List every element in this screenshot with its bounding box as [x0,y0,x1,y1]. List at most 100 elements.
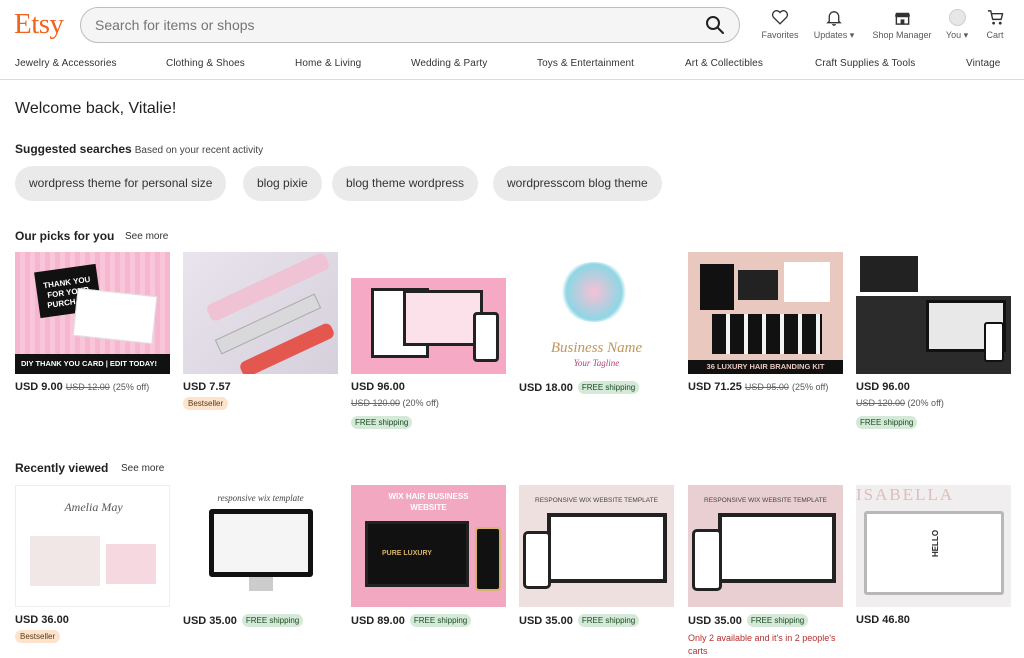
search-bar[interactable] [80,7,740,43]
product-card[interactable]: RESPONSIVE WIX WEBSITE TEMPLATE USD 35.0… [519,485,674,627]
bell-icon [826,11,842,26]
product-image[interactable] [856,252,1011,374]
recent-see-more-link[interactable]: See more [121,463,164,474]
product-card[interactable]: ISABELLA HELLO USD 46.80 [856,485,1011,626]
cart-button[interactable]: Cart [982,9,1008,40]
updates-button[interactable]: Updates ▾ [810,9,858,41]
product-card[interactable]: RESPONSIVE WIX WEBSITE TEMPLATE USD 35.0… [688,485,843,658]
suggested-title: Suggested searches [15,142,132,156]
low-stock-notice: Only 2 available and it's in 2 people's … [688,633,836,656]
category-jewelry[interactable]: Jewelry & Accessories [15,58,117,69]
thumb-caption: DIY THANK YOU CARD | EDIT TODAY! [15,354,170,374]
product-image[interactable]: ISABELLA HELLO [856,485,1011,607]
product-card[interactable]: responsive wix template USD 35.00 FREE s… [183,485,338,627]
product-card[interactable]: THANK YOU FOR YOUR PURCHASE DIY THANK YO… [15,252,170,393]
suggestion-chip[interactable]: wordpress theme for personal size [15,166,227,201]
discount-label: (25% off) [112,382,150,392]
category-vintage[interactable]: Vintage [966,58,1000,69]
category-art[interactable]: Art & Collectibles [685,58,763,69]
monitor-mockup [718,513,836,583]
screen-text: PURE LUXURY [382,550,432,557]
bestseller-badge: Bestseller [183,397,229,410]
phone-mockup [984,322,1004,362]
thumb-title: RESPONSIVE WIX WEBSITE TEMPLATE [704,497,827,504]
card-mockup [72,287,158,345]
free-shipping-badge: FREE shipping [577,614,640,627]
product-image[interactable]: RESPONSIVE WIX WEBSITE TEMPLATE [519,485,674,607]
thumb-title: Amelia May [64,500,123,514]
avatar-icon [948,9,966,26]
product-price: USD 35.00 [519,615,573,627]
suggestion-chip[interactable]: blog theme wordpress [332,166,479,201]
product-image[interactable]: 36 LUXURY HAIR BRANDING KIT [688,252,843,374]
category-craft[interactable]: Craft Supplies & Tools [815,58,915,69]
suggestion-chip[interactable]: blog pixie [243,166,322,201]
search-input[interactable] [95,8,675,42]
original-price: USD 95.00 [744,382,789,392]
product-price: USD 9.00 [15,381,63,393]
you-button[interactable]: You ▾ [942,9,972,41]
original-price: USD 120.00 [856,398,906,408]
product-image[interactable]: THANK YOU FOR YOUR PURCHASE DIY THANK YO… [15,252,170,374]
monitor-stand [249,577,273,591]
cart-icon [987,10,1003,25]
mockup-card [700,264,734,310]
logo-business-name: Business Name [550,340,643,356]
header-band [351,252,506,278]
updates-label: Updates ▾ [813,30,855,40]
picks-see-more-link[interactable]: See more [125,231,168,242]
discount-label: (20% off) [402,398,439,408]
product-card[interactable]: Amelia May USD 36.00 Bestseller [15,485,170,644]
product-image[interactable]: Business Name Your Tagline [519,252,674,374]
product-card[interactable]: WIX HAIR BUSINESS WEBSITE PURE LUXURY US… [351,485,506,627]
product-image[interactable] [183,252,338,374]
free-shipping-badge: FREE shipping [746,614,809,627]
product-card[interactable]: 36 LUXURY HAIR BRANDING KIT USD 71.25 US… [688,252,843,393]
phone-mockup [475,527,501,591]
etsy-logo[interactable]: Etsy [14,8,64,41]
category-toys[interactable]: Toys & Entertainment [537,58,634,69]
phone-mockup [692,529,722,591]
suggestion-chip[interactable]: wordpresscom blog theme [493,166,662,201]
mockup-cards-row [712,314,822,354]
product-price: USD 36.00 [15,614,69,626]
shop-manager-label: Shop Manager [872,30,932,40]
product-price: USD 7.57 [183,381,231,393]
product-card[interactable]: Business Name Your Tagline USD 18.00 FRE… [519,252,674,394]
product-price: USD 46.80 [856,614,910,626]
product-price: USD 35.00 [183,615,237,627]
product-price: USD 89.00 [351,615,405,627]
picks-heading: Our picks for you [15,229,115,243]
product-card[interactable]: USD 96.00 USD 120.00 (20% off) FREE ship… [351,252,506,431]
monitor-mockup [547,513,667,583]
product-image[interactable]: Amelia May [15,485,170,607]
product-card[interactable]: USD 96.00 USD 120.00 (20% off) FREE ship… [856,252,1011,431]
suggested-searches-heading: Suggested searches Based on your recent a… [15,142,263,156]
bestseller-badge: Bestseller [15,630,61,643]
monitor-mockup [209,509,313,577]
favorites-label: Favorites [761,30,799,40]
product-image[interactable]: responsive wix template [183,485,338,607]
thumb-title: responsive wix template [217,493,304,503]
category-nav: Jewelry & Accessories Clothing & Shoes H… [0,56,1024,80]
shop-manager-button[interactable]: Shop Manager [868,9,936,40]
phone-mockup [473,312,499,362]
product-card[interactable]: USD 7.57 Bestseller [183,252,338,411]
product-image[interactable]: WIX HAIR BUSINESS WEBSITE PURE LUXURY [351,485,506,607]
search-icon[interactable] [705,15,725,35]
product-image[interactable]: RESPONSIVE WIX WEBSITE TEMPLATE [688,485,843,607]
free-shipping-badge: FREE shipping [577,381,640,394]
mockup-card [784,262,830,302]
category-wedding[interactable]: Wedding & Party [411,58,487,69]
heart-icon [771,10,789,25]
you-label: You ▾ [945,30,969,40]
product-image[interactable] [351,252,506,374]
category-home[interactable]: Home & Living [295,58,361,69]
category-clothing[interactable]: Clothing & Shoes [166,58,245,69]
free-shipping-badge: FREE shipping [856,416,918,429]
discount-label: (20% off) [907,398,944,408]
desk-photo [30,536,100,586]
flowers-photo [106,544,156,584]
cart-label: Cart [986,30,1004,40]
favorites-button[interactable]: Favorites [760,9,800,40]
